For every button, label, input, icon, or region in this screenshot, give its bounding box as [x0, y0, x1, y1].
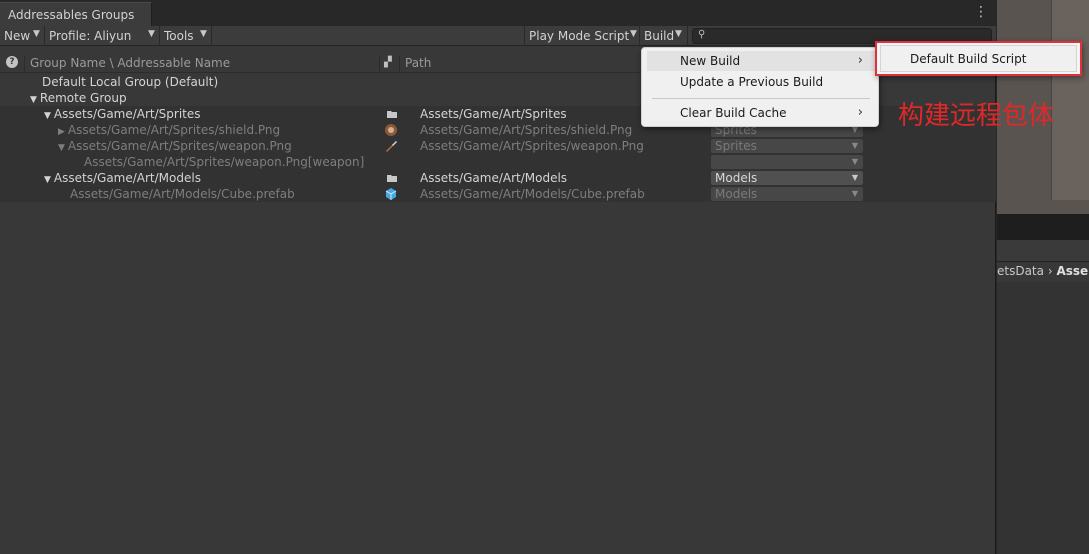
breadcrumb-item[interactable]: etsData [997, 264, 1044, 278]
menu-item-update-previous-build[interactable]: Update a Previous Build [647, 72, 875, 92]
breadcrumb-item[interactable]: Asse [1056, 264, 1088, 278]
dropdown-arrow-icon: ▼ [630, 29, 637, 39]
menu-item-new-build[interactable]: New Build › [647, 51, 875, 71]
more-options-icon[interactable]: ⋮ [974, 4, 988, 20]
submenu-arrow-icon: › [857, 53, 863, 68]
group-name: Remote Group [39, 91, 127, 105]
new-build-submenu: Default Build Script [875, 41, 1082, 76]
dropdown-arrow-icon: ▼ [851, 157, 858, 166]
scene-floor-tile [1051, 0, 1089, 200]
expand-arrow-icon[interactable]: ▼ [44, 111, 51, 121]
tree-row-weapon-png[interactable]: ▼ Assets/Game/Art/Sprites/weapon.Png Asse… [0, 138, 996, 154]
label-dropdown[interactable]: Models ▼ [711, 171, 863, 185]
label-value: Sprites [715, 139, 757, 153]
tab-addressables-groups[interactable]: Addressables Groups [0, 2, 152, 26]
profile-label: Profile: Aliyun [49, 29, 132, 43]
new-label: New [4, 29, 31, 43]
menu-item-clear-build-cache[interactable]: Clear Build Cache › [647, 103, 875, 123]
tree-row-cube-prefab[interactable]: Assets/Game/Art/Models/Cube.prefab Asset… [0, 186, 996, 202]
menu-item-label: New Build [680, 54, 741, 68]
column-divider[interactable] [24, 55, 25, 72]
dropdown-arrow-icon: ▼ [851, 141, 858, 150]
asset-type-icon: ▞ [384, 57, 392, 68]
entry-path: Assets/Game/Art/Sprites/shield.Png [420, 123, 633, 137]
profile-dropdown[interactable]: Profile: Aliyun ▼ [45, 26, 160, 46]
shield-sprite-icon [385, 124, 397, 136]
tree-row-weapon-subasset[interactable]: Assets/Game/Art/Sprites/weapon.Png[weapo… [0, 154, 996, 170]
build-dropdown[interactable]: Build ▼ [640, 26, 688, 46]
dropdown-arrow-icon: ▼ [200, 29, 207, 39]
tools-dropdown[interactable]: Tools ▼ [160, 26, 212, 46]
dropdown-arrow-icon: ▼ [148, 29, 155, 39]
entry-path: Assets/Game/Art/Models/Cube.prefab [420, 187, 645, 201]
entry-name: Assets/Game/Art/Sprites/weapon.Png[weapo… [84, 155, 365, 169]
label-dropdown[interactable]: ▼ [711, 155, 863, 169]
build-menu: New Build › Update a Previous Build Clea… [641, 47, 879, 127]
tab-title: Addressables Groups [8, 8, 135, 22]
folder-icon [387, 175, 397, 182]
label-dropdown[interactable]: Sprites ▼ [711, 139, 863, 153]
sword-sprite-icon [386, 141, 397, 152]
help-icon[interactable]: ? [6, 56, 18, 68]
dropdown-arrow-icon: ▼ [851, 189, 858, 198]
project-breadcrumb: etsData › Asse [997, 262, 1089, 282]
entry-path: Assets/Game/Art/Sprites [420, 107, 567, 121]
label-dropdown[interactable]: Models ▼ [711, 187, 863, 201]
label-value: Models [715, 171, 758, 185]
entry-name: Assets/Game/Art/Models/Cube.prefab [70, 187, 295, 201]
annotation-text: 构建远程包体 [898, 101, 1055, 131]
dropdown-arrow-icon: ▼ [851, 173, 858, 182]
tree-row-models-folder[interactable]: ▼ Assets/Game/Art/Models Assets/Game/Art/… [0, 170, 996, 186]
folder-icon [387, 111, 397, 118]
menu-item-label: Update a Previous Build [680, 75, 824, 89]
menu-item-label: Clear Build Cache [680, 106, 787, 120]
collapse-arrow-icon[interactable]: ▶ [58, 127, 65, 137]
panel-gap [997, 214, 1089, 240]
play-mode-script-dropdown[interactable]: Play Mode Script ▼ [524, 26, 640, 46]
entry-name: Assets/Game/Art/Sprites/shield.Png [67, 123, 281, 137]
column-divider[interactable] [379, 55, 380, 72]
submenu-arrow-icon: › [857, 105, 863, 120]
expand-arrow-icon[interactable]: ▼ [30, 95, 37, 105]
expand-arrow-icon[interactable]: ▼ [44, 175, 51, 185]
menu-separator [652, 98, 870, 99]
column-divider[interactable] [399, 55, 400, 72]
entry-path: Assets/Game/Art/Models [420, 171, 568, 185]
new-dropdown[interactable]: New ▼ [0, 26, 45, 46]
breadcrumb-separator: › [1047, 264, 1053, 278]
tools-label: Tools [164, 29, 194, 43]
search-icon: ⚲ [698, 29, 706, 40]
entry-name: Assets/Game/Art/Sprites [53, 107, 201, 121]
dropdown-arrow-icon: ▼ [33, 29, 40, 39]
entry-path: Assets/Game/Art/Sprites/weapon.Png [420, 139, 644, 153]
build-label: Build [644, 29, 675, 43]
prefab-cube-icon [385, 188, 397, 200]
entry-name: Assets/Game/Art/Sprites/weapon.Png [67, 139, 292, 153]
project-panel-body [997, 282, 1089, 554]
play-mode-label: Play Mode Script [529, 29, 630, 43]
tab-bar: Addressables Groups ⋮ [0, 0, 996, 26]
project-toolbar [997, 240, 1089, 262]
dropdown-arrow-icon: ▼ [675, 29, 682, 39]
column-name-header[interactable]: Group Name \ Addressable Name [30, 56, 230, 70]
menu-item-default-build-script[interactable]: Default Build Script [910, 52, 1026, 66]
label-value: Models [715, 187, 758, 201]
column-path-header[interactable]: Path [405, 56, 431, 70]
expand-arrow-icon[interactable]: ▼ [58, 143, 65, 153]
group-name: Default Local Group (Default) [42, 75, 219, 89]
entry-name: Assets/Game/Art/Models [53, 171, 201, 185]
